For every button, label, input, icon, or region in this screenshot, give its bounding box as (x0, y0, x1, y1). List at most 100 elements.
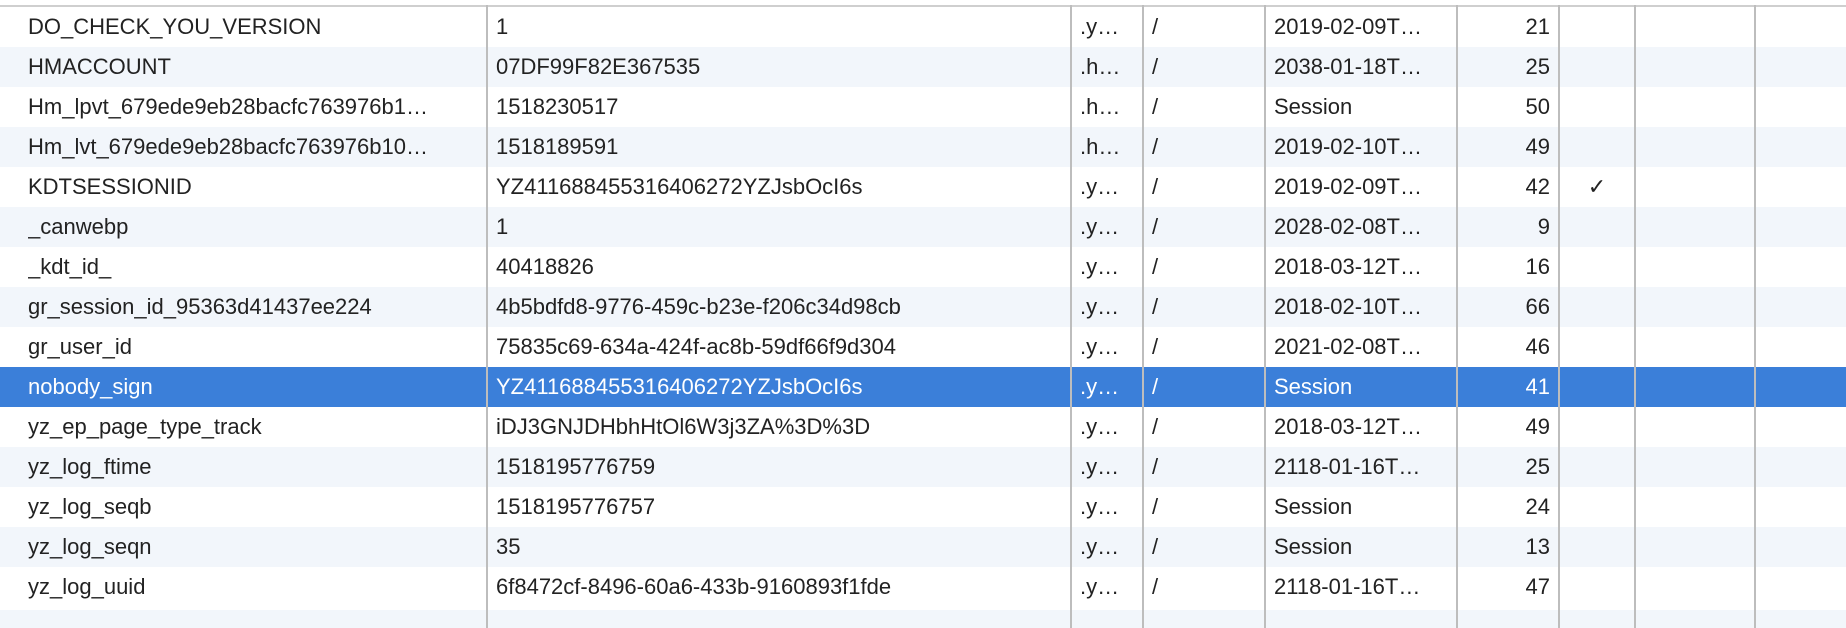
cookie-name-cell: gr_user_id (28, 334, 132, 359)
cookie-secure-cell (1640, 287, 1750, 327)
cookie-httponly-cell (1562, 367, 1632, 407)
table-row[interactable]: yz_log_ftime 1518195776759 .y… / 2118-01-16T… (0, 447, 1846, 487)
column-divider[interactable] (1754, 5, 1756, 628)
table-row[interactable]: yz_log_uuid 6f8472cf-8496-60a6-433b-91608… (0, 567, 1846, 607)
cookie-secure-cell (1640, 487, 1750, 527)
column-divider[interactable] (1070, 5, 1072, 628)
cookie-path-cell: / (1152, 214, 1159, 239)
table-row[interactable]: gr_user_id 75835c69-634a-424f-ac8b-59df66… (0, 327, 1846, 367)
table-row[interactable]: HMACCOUNT 07DF99F82E367535 .h… / 2038-01-18T… (0, 47, 1846, 87)
cookie-name-cell: Hm_lpvt_679ede9eb28bacfc763976b1… (28, 94, 428, 119)
cookie-httponly-cell (1562, 287, 1632, 327)
cookie-secure-cell (1640, 87, 1750, 127)
cookie-name-cell: nobody_sign (28, 374, 153, 399)
cookie-secure-cell (1640, 327, 1750, 367)
table-row[interactable]: KDTSESSIONID YZ411688455316406272YZJsbOcI… (0, 167, 1846, 207)
table-row[interactable]: yz_log_seqn 35 .y… / Session 13 (0, 527, 1846, 567)
cookie-secure-cell (1640, 367, 1750, 407)
cookie-expires-cell: Session (1274, 94, 1353, 119)
cookie-expires-cell: 2018-02-10T… (1274, 294, 1422, 319)
cookie-name-cell: yz_log_uuid (28, 574, 146, 599)
cookie-secure-cell (1640, 527, 1750, 567)
cookie-name-cell: yz_log_seqb (28, 494, 152, 519)
cookie-httponly-cell (1562, 567, 1632, 607)
cookie-expires-cell: Session (1274, 374, 1353, 399)
cookie-value-cell: 1 (496, 14, 509, 39)
cookie-path-cell: / (1152, 494, 1159, 519)
cookie-domain-cell: .h… (1080, 94, 1121, 119)
cookie-domain-cell: .y… (1080, 214, 1120, 239)
cookie-value-cell: 35 (496, 534, 521, 559)
cookie-expires-cell: 2019-02-09T… (1274, 14, 1422, 39)
column-divider[interactable] (1634, 5, 1636, 628)
table-row[interactable]: DO_CHECK_YOU_VERSION 1 .y… / 2019-02-09T… 21 (0, 7, 1846, 47)
cookie-value-cell: 1518195776757 (496, 494, 656, 519)
cookies-table: DO_CHECK_YOU_VERSION 1 .y… / 2019-02-09T… 21 H… (0, 0, 1846, 628)
cookie-domain-cell: .h… (1080, 54, 1121, 79)
cookie-size-cell: 21 (1525, 14, 1550, 39)
column-divider[interactable] (486, 5, 488, 628)
table-row[interactable]: Hm_lvt_679ede9eb28bacfc763976b10… 1518189… (0, 127, 1846, 167)
cookie-name-cell: gr_session_id_95363d41437ee224 (28, 294, 372, 319)
cookie-size-cell: 49 (1525, 134, 1550, 159)
column-divider[interactable] (1456, 5, 1458, 628)
cookie-expires-cell: 2028-02-08T… (1274, 214, 1422, 239)
cookie-httponly-cell (1562, 87, 1632, 127)
cookie-size-cell: 66 (1525, 294, 1550, 319)
cookie-name-cell: HMACCOUNT (28, 54, 171, 79)
cookie-httponly-cell (1562, 327, 1632, 367)
cookie-httponly-cell (1562, 247, 1632, 287)
cookie-domain-cell: .h… (1080, 134, 1121, 159)
cookie-value-cell: 07DF99F82E367535 (496, 54, 701, 79)
cookie-expires-cell: 2118-01-16T… (1274, 574, 1421, 599)
cookie-secure-cell (1640, 207, 1750, 247)
table-row-selected[interactable]: nobody_sign YZ411688455316406272YZJsbOcI6… (0, 367, 1846, 407)
table-row[interactable]: yz_log_seqb 1518195776757 .y… / Session 24 (0, 487, 1846, 527)
cookie-name-cell: yz_log_seqn (28, 534, 152, 559)
cookie-path-cell: / (1152, 374, 1159, 399)
cookie-httponly-cell (1562, 47, 1632, 87)
cookie-path-cell: / (1152, 454, 1159, 479)
cookie-domain-cell: .y… (1080, 294, 1120, 319)
cookie-value-cell: YZ411688455316406272YZJsbOcI6s (496, 374, 863, 399)
cookie-domain-cell: .y… (1080, 534, 1120, 559)
cookie-name-cell: _kdt_id_ (28, 254, 112, 279)
column-divider[interactable] (1558, 5, 1560, 628)
table-row[interactable]: _kdt_id_ 40418826 .y… / 2018-03-12T… 16 (0, 247, 1846, 287)
cookie-size-cell: 46 (1525, 334, 1550, 359)
cookie-path-cell: / (1152, 174, 1159, 199)
cookie-value-cell: YZ411688455316406272YZJsbOcI6s (496, 174, 863, 199)
cookie-expires-cell: 2021-02-08T… (1274, 334, 1422, 359)
cookie-size-cell: 47 (1525, 574, 1550, 599)
cookie-domain-cell: .y… (1080, 174, 1120, 199)
cookie-httponly-cell: ✓ (1587, 174, 1607, 199)
cookie-secure-cell (1640, 167, 1750, 207)
cookie-name-cell: _canwebp (28, 214, 129, 239)
table-row[interactable]: Hm_lpvt_679ede9eb28bacfc763976b1… 1518230… (0, 87, 1846, 127)
cookie-expires-cell: Session (1274, 534, 1353, 559)
cookie-expires-cell: Session (1274, 494, 1353, 519)
cookie-secure-cell (1640, 447, 1750, 487)
cookie-httponly-cell (1562, 127, 1632, 167)
cookie-domain-cell: .y… (1080, 374, 1120, 399)
table-row[interactable]: gr_session_id_95363d41437ee224 4b5bdfd8-9… (0, 287, 1846, 327)
cookie-domain-cell: .y… (1080, 14, 1120, 39)
cookie-path-cell: / (1152, 134, 1159, 159)
cookie-path-cell: / (1152, 574, 1159, 599)
cookie-domain-cell: .y… (1080, 334, 1120, 359)
cookie-size-cell: 24 (1525, 494, 1550, 519)
table-row[interactable]: yz_ep_page_type_track iDJ3GNJDHbhHtOl6W3j… (0, 407, 1846, 447)
column-divider[interactable] (1142, 5, 1144, 628)
cookie-path-cell: / (1152, 294, 1159, 319)
column-divider[interactable] (1264, 5, 1266, 628)
table-filler-row (0, 610, 1846, 628)
cookie-path-cell: / (1152, 254, 1159, 279)
cookie-path-cell: / (1152, 54, 1159, 79)
cookie-path-cell: / (1152, 94, 1159, 119)
cookie-path-cell: / (1152, 414, 1159, 439)
table-row[interactable]: _canwebp 1 .y… / 2028-02-08T… 9 (0, 207, 1846, 247)
cookie-size-cell: 25 (1525, 454, 1550, 479)
cookie-expires-cell: 2018-03-12T… (1274, 414, 1422, 439)
cookie-domain-cell: .y… (1080, 454, 1120, 479)
cookie-value-cell: 1518195776759 (496, 454, 656, 479)
